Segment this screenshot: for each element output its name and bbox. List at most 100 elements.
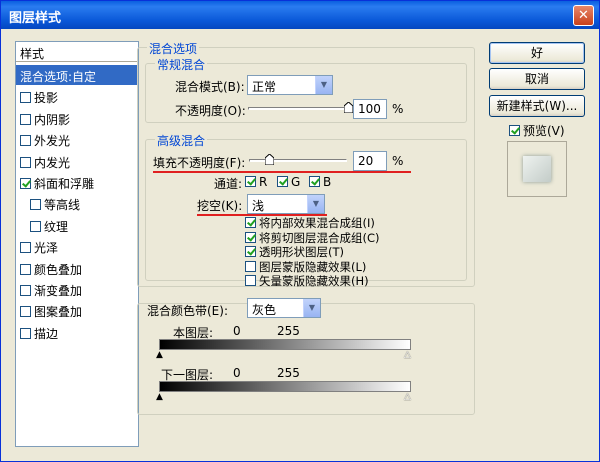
style-item-checkbox[interactable]	[20, 242, 31, 254]
channel-b-checkbox[interactable]: B	[309, 175, 331, 189]
advanced-option-label: 将剪切图层混合成组(C)	[259, 230, 380, 245]
styles-list: 样式 混合选项:自定投影内阴影外发光内发光斜面和浮雕等高线 纹理光泽颜色叠加渐变叠…	[15, 41, 139, 447]
knockout-select[interactable]: 浅 ▼	[247, 194, 325, 214]
cancel-button[interactable]: 取消	[489, 68, 585, 90]
chevron-down-icon: ▼	[303, 299, 320, 317]
style-item[interactable]: 等高线	[16, 193, 138, 213]
style-item-checkbox[interactable]	[20, 263, 31, 275]
new-style-button[interactable]: 新建样式(W)...	[489, 95, 585, 117]
this-layer-white-marker[interactable]: △	[404, 351, 411, 360]
advanced-option-checkbox[interactable]: 将剪切图层混合成组(C)	[245, 230, 380, 246]
style-item[interactable]: 斜面和浮雕	[16, 172, 138, 192]
style-item-checkbox[interactable]	[20, 92, 31, 104]
advanced-option-label: 矢量蒙版隐藏效果(H)	[259, 274, 369, 289]
advanced-option-checkbox[interactable]: 矢量蒙版隐藏效果(H)	[245, 273, 369, 289]
knockout-label: 挖空(K):	[197, 199, 243, 213]
style-item[interactable]: 颜色叠加	[16, 258, 138, 278]
checkbox-icon[interactable]	[309, 176, 320, 187]
style-item-checkbox[interactable]	[20, 156, 31, 168]
style-item-checkbox[interactable]	[20, 178, 31, 189]
preview-checkbox[interactable]: 预览(V)	[509, 122, 565, 139]
close-button[interactable]: ✕	[573, 5, 594, 26]
style-item-label: 外发光	[34, 134, 71, 149]
under-layer-low-value: 0	[233, 366, 241, 380]
style-item-label: 颜色叠加	[34, 262, 83, 277]
style-item-checkbox[interactable]	[20, 306, 31, 318]
blending-options-title: 混合选项	[147, 40, 200, 57]
fill-opacity-input[interactable]: 20	[353, 151, 387, 171]
opacity-slider-thumb[interactable]	[344, 102, 353, 113]
checkbox-icon[interactable]	[245, 246, 256, 258]
dialog-title: 图层样式	[9, 11, 62, 26]
under-layer-black-marker[interactable]: ▲	[156, 393, 163, 402]
style-item-label: 描边	[34, 326, 59, 341]
blend-if-value: 灰色	[252, 303, 277, 317]
style-item-checkbox[interactable]	[20, 135, 31, 147]
style-item[interactable]: 内发光	[16, 151, 138, 171]
fill-opacity-label: 填充不透明度(F):	[153, 156, 246, 170]
under-layer-white-marker[interactable]: △	[404, 393, 411, 402]
styles-list-header: 样式	[16, 42, 138, 62]
style-item-checkbox[interactable]	[20, 285, 31, 296]
checkbox-icon[interactable]	[245, 231, 256, 243]
blend-mode-select[interactable]: 正常 ▼	[247, 75, 333, 95]
advanced-option-label: 图层蒙版隐藏效果(L)	[259, 259, 367, 274]
blend-mode-value: 正常	[252, 80, 277, 94]
layer-style-dialog: 图层样式 ✕ 样式 混合选项:自定投影内阴影外发光内发光斜面和浮雕等高线 纹理光泽…	[0, 0, 600, 462]
this-layer-high-value: 255	[277, 324, 300, 338]
channel-g-checkbox[interactable]: G	[277, 175, 300, 189]
channel-label: G	[291, 175, 301, 189]
annotation-underline-fill	[153, 171, 411, 173]
ok-button-label: 好	[530, 46, 543, 60]
style-item-label: 光泽	[34, 241, 59, 256]
checkbox-icon[interactable]	[245, 260, 256, 272]
style-item-label: 混合选项:自定	[20, 70, 97, 84]
blend-if-label: 混合颜色带(E):	[147, 304, 228, 318]
chevron-down-icon: ▼	[307, 195, 324, 213]
style-item-label: 斜面和浮雕	[34, 177, 95, 191]
cancel-button-label: 取消	[524, 72, 549, 86]
this-layer-gradient	[159, 339, 411, 350]
opacity-input[interactable]: 100	[353, 99, 387, 119]
advanced-option-checkbox[interactable]: 图层蒙版隐藏效果(L)	[245, 259, 366, 275]
title-bar[interactable]: 图层样式 ✕	[1, 1, 599, 29]
checkbox-icon[interactable]	[277, 176, 288, 187]
fill-opacity-slider-thumb[interactable]	[264, 154, 274, 165]
opacity-unit: %	[392, 102, 404, 116]
opacity-value: 100	[358, 102, 381, 116]
preview-thumbnail	[507, 141, 567, 197]
style-item[interactable]: 渐变叠加	[16, 279, 138, 299]
general-blending-title: 常规混合	[155, 56, 208, 73]
style-item[interactable]: 纹理	[16, 215, 138, 235]
checkbox-icon[interactable]	[245, 217, 256, 228]
preview-label: 预览(V)	[523, 124, 565, 138]
style-item-checkbox[interactable]	[30, 199, 41, 211]
style-item-label: 渐变叠加	[34, 284, 83, 298]
style-item[interactable]: 内阴影	[16, 108, 138, 128]
new-style-button-label: 新建样式(W)...	[496, 99, 578, 113]
style-item[interactable]: 投影	[16, 86, 138, 106]
blend-if-select[interactable]: 灰色 ▼	[247, 298, 321, 318]
advanced-option-checkbox[interactable]: 将内部效果混合成组(I)	[245, 215, 375, 231]
style-item-checkbox[interactable]	[20, 113, 31, 125]
style-item[interactable]: 混合选项:自定	[16, 65, 138, 85]
style-item[interactable]: 描边	[16, 322, 138, 342]
advanced-option-checkbox[interactable]: 透明形状图层(T)	[245, 244, 344, 260]
fill-opacity-unit: %	[392, 154, 404, 168]
style-item[interactable]: 外发光	[16, 129, 138, 149]
preview-check-icon[interactable]	[509, 125, 520, 136]
style-item-label: 内阴影	[34, 112, 71, 127]
checkbox-icon[interactable]	[245, 275, 256, 287]
advanced-blending-title: 高级混合	[155, 132, 208, 149]
this-layer-black-marker[interactable]: ▲	[156, 351, 163, 360]
advanced-option-label: 透明形状图层(T)	[259, 245, 344, 260]
channel-r-checkbox[interactable]: R	[245, 175, 267, 189]
ok-button[interactable]: 好	[489, 42, 585, 64]
style-item[interactable]: 图案叠加	[16, 300, 138, 320]
style-item[interactable]: 光泽	[16, 236, 138, 256]
channels-label: 通道:	[214, 177, 243, 191]
opacity-slider-track[interactable]	[248, 107, 348, 110]
style-item-checkbox[interactable]	[30, 220, 41, 232]
style-item-checkbox[interactable]	[20, 327, 31, 339]
checkbox-icon[interactable]	[245, 176, 256, 187]
